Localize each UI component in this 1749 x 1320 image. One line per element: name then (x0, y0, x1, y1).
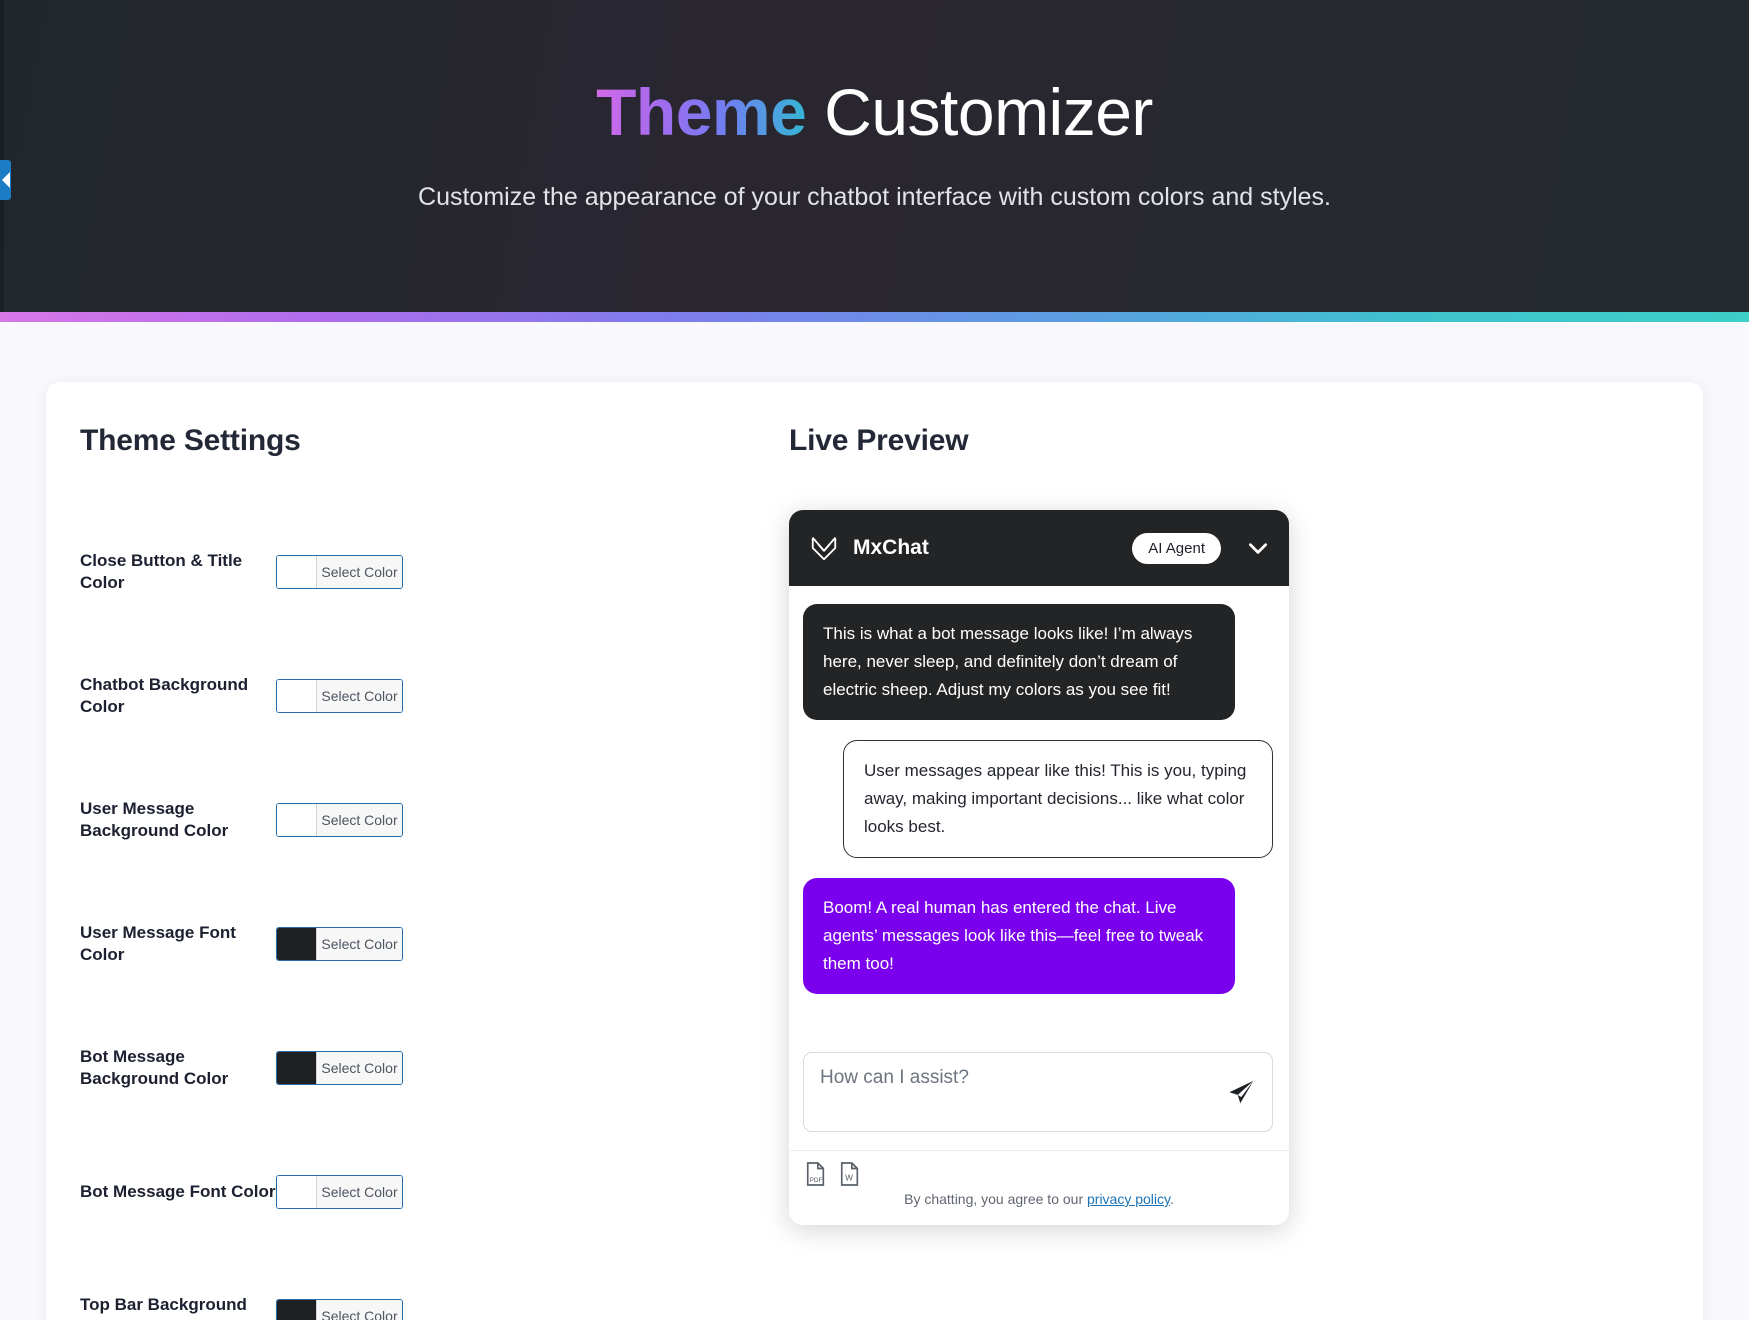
color-picker-button[interactable]: Select Color (276, 1299, 403, 1320)
select-color-label: Select Color (317, 928, 402, 960)
page-body: Theme Settings Close Button & Title Colo… (0, 322, 1749, 1320)
chat-widget-preview: MxChat AI Agent This is what a bot messa… (789, 510, 1289, 1225)
setting-row: Bot Message Font Color Select Color (80, 1130, 741, 1254)
select-color-label: Select Color (317, 1300, 402, 1320)
setting-row: User Message Font Color Select Color (80, 882, 741, 1006)
color-swatch[interactable] (277, 556, 317, 588)
setting-label: Top Bar Background Color (80, 1294, 247, 1320)
privacy-footer-note: By chatting, you agree to our privacy po… (805, 1191, 1273, 1211)
chat-input-area: How can I assist? (789, 1046, 1289, 1150)
setting-label: User Message Font Color (80, 922, 236, 964)
color-swatch[interactable] (277, 804, 317, 836)
mxchat-logo-icon (809, 533, 839, 563)
color-swatch[interactable] (277, 1052, 317, 1084)
send-paper-plane-icon[interactable] (1226, 1077, 1256, 1107)
gradient-divider (0, 312, 1749, 322)
word-file-icon[interactable]: W (839, 1161, 861, 1187)
setting-row: Bot Message Background Color Select Color (80, 1006, 741, 1130)
color-swatch[interactable] (277, 928, 317, 960)
settings-row-list: Close Button & Title Color Select Color Ch… (80, 510, 741, 1320)
setting-row: Close Button & Title Color Select Color (80, 510, 741, 634)
chevron-down-icon[interactable] (1245, 535, 1271, 561)
color-picker-button[interactable]: Select Color (276, 679, 403, 713)
attachment-icon-row: PDF W (805, 1161, 1273, 1187)
main-card: Theme Settings Close Button & Title Colo… (46, 382, 1703, 1320)
setting-label: User Message Background Color (80, 798, 229, 840)
chat-widget-title: MxChat (853, 536, 929, 559)
chat-input-placeholder: How can I assist? (820, 1067, 969, 1088)
svg-text:W: W (845, 1173, 853, 1182)
page-header-banner: Theme Customizer Customize the appearanc… (0, 0, 1749, 312)
select-color-label: Select Color (317, 1176, 402, 1208)
select-color-label: Select Color (317, 1052, 402, 1084)
chat-input-field[interactable]: How can I assist? (803, 1052, 1273, 1132)
setting-label: Close Button & Title Color (80, 550, 243, 592)
setting-row: Chatbot Background Color Select Color (80, 634, 741, 758)
live-preview-title: Live Preview (789, 424, 969, 457)
color-picker-button[interactable]: Select Color (276, 1051, 403, 1085)
color-picker-button[interactable]: Select Color (276, 803, 403, 837)
select-color-label: Select Color (317, 804, 402, 836)
chat-message-list: This is what a bot message looks like! I… (789, 586, 1289, 1046)
ai-agent-badge[interactable]: AI Agent (1132, 532, 1221, 564)
page-title-accent: Theme (596, 75, 807, 149)
page-title-rest: Customizer (806, 75, 1153, 149)
chat-footer: PDF W By chatting, you agree to our priv… (789, 1150, 1289, 1225)
setting-row: User Message Background Color Select Colo… (80, 758, 741, 882)
footer-note-text-after: . (1170, 1191, 1174, 1207)
color-swatch[interactable] (277, 680, 317, 712)
page-subtitle: Customize the appearance of your chatbot… (418, 183, 1331, 212)
chat-message-agent: Boom! A real human has entered the chat.… (803, 878, 1235, 995)
chat-message-bot: This is what a bot message looks like! I… (803, 604, 1235, 721)
left-edge-tab-button[interactable] (0, 160, 11, 200)
chat-topbar: MxChat AI Agent (789, 510, 1289, 586)
privacy-policy-link[interactable]: privacy policy (1087, 1191, 1170, 1207)
left-edge-rail (0, 0, 4, 312)
setting-label: Bot Message Background Color (80, 1046, 229, 1088)
page-title: Theme Customizer (0, 0, 1749, 147)
setting-label: Chatbot Background Color (80, 674, 249, 716)
color-picker-button[interactable]: Select Color (276, 555, 403, 589)
color-picker-button[interactable]: Select Color (276, 1175, 403, 1209)
footer-note-text-before: By chatting, you agree to our (904, 1191, 1087, 1207)
setting-label: Bot Message Font Color (80, 1181, 276, 1201)
select-color-label: Select Color (317, 556, 402, 588)
setting-row: Top Bar Background Color Select Color (80, 1254, 741, 1320)
pdf-file-icon[interactable]: PDF (805, 1161, 827, 1187)
color-swatch[interactable] (277, 1176, 317, 1208)
color-swatch[interactable] (277, 1300, 317, 1320)
theme-settings-panel: Theme Settings Close Button & Title Colo… (46, 424, 781, 1320)
chat-message-user: User messages appear like this! This is … (843, 740, 1273, 859)
theme-settings-title: Theme Settings (80, 424, 301, 457)
select-color-label: Select Color (317, 680, 402, 712)
svg-text:PDF: PDF (810, 1177, 823, 1184)
live-preview-panel: Live Preview MxChat AI Agent This is wha… (781, 424, 1703, 1320)
color-picker-button[interactable]: Select Color (276, 927, 403, 961)
